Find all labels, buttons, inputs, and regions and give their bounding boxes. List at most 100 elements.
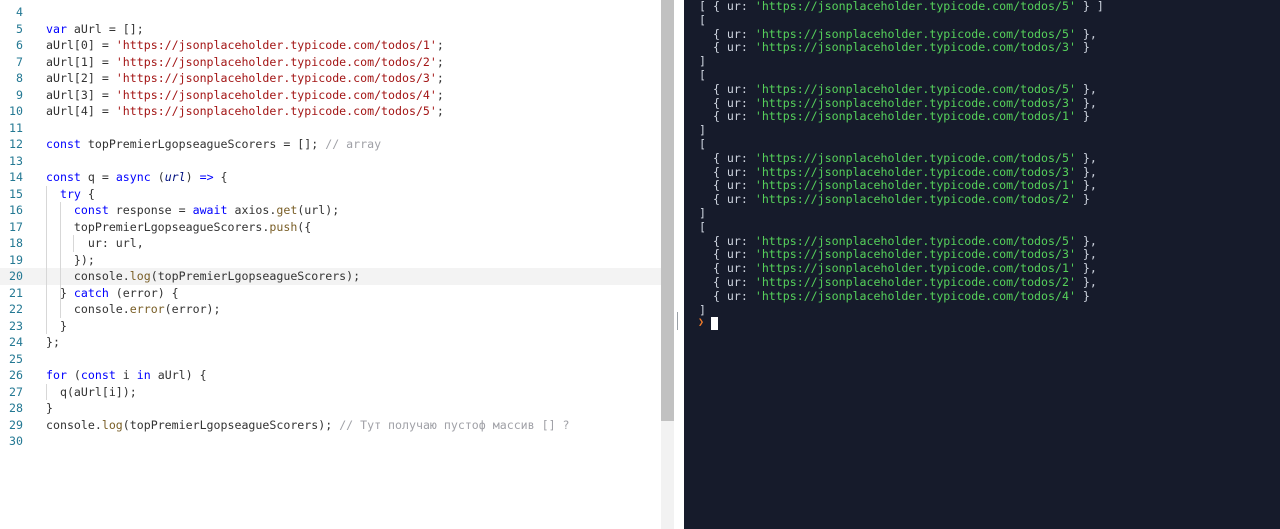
code-text: aUrl[2] = 'https://jsonplaceholder.typic…	[46, 71, 444, 85]
code-text: };	[46, 335, 60, 349]
console-output-line: [	[699, 12, 706, 27]
code-line[interactable]: 19 });	[0, 252, 661, 269]
line-number: 10	[9, 104, 23, 118]
code-line[interactable]: 6 aUrl[0] = 'https://jsonplaceholder.typi…	[0, 37, 661, 54]
code-text: q(aUrl[i]);	[46, 384, 137, 399]
code-line[interactable]: 16 const response = await axios.get(url)…	[0, 202, 661, 219]
code-line[interactable]: 25	[0, 351, 661, 368]
code-text: } catch (error) {	[46, 285, 179, 300]
code-line[interactable]: 30	[0, 433, 661, 450]
console-output-line: { ur: 'https://jsonplaceholder.typicode.…	[699, 275, 1097, 289]
code-line[interactable]: 21 } catch (error) {	[0, 285, 661, 302]
code-line[interactable]: 11	[0, 120, 661, 137]
code-line[interactable]: 14 const q = async (url) => {	[0, 169, 661, 186]
console-output-line: { ur: 'https://jsonplaceholder.typicode.…	[699, 288, 1090, 303]
code-text: const response = await axios.get(url);	[73, 203, 340, 217]
code-line[interactable]: 15 try {	[0, 186, 661, 203]
chevron-right-icon: ❯	[698, 317, 705, 328]
code-text: }	[46, 318, 67, 333]
line-number: 13	[9, 153, 23, 168]
code-line[interactable]: 9 aUrl[3] = 'https://jsonplaceholder.typi…	[0, 87, 661, 104]
indent-guide	[46, 383, 47, 400]
line-number: 27	[9, 384, 23, 399]
console-output-line: [ { ur: 'https://jsonplaceholder.typicod…	[699, 0, 1104, 13]
code-line[interactable]: 13	[0, 153, 661, 170]
console-output-line: { ur: 'https://jsonplaceholder.typicode.…	[699, 164, 1097, 179]
line-number: 28	[9, 401, 23, 415]
line-number: 20	[9, 269, 23, 283]
code-line[interactable]: 8 aUrl[2] = 'https://jsonplaceholder.typi…	[0, 70, 661, 87]
line-number: 18	[9, 236, 23, 250]
line-number: 4	[16, 5, 23, 19]
console-output-line: { ur: 'https://jsonplaceholder.typicode.…	[699, 192, 1090, 207]
line-number: 24	[9, 335, 23, 349]
code-text: aUrl[0] = 'https://jsonplaceholder.typic…	[46, 38, 444, 52]
line-number: 16	[9, 203, 23, 217]
code-text: topPremierLgopseagueScorers.push({	[46, 219, 312, 234]
indent-guide	[59, 202, 61, 318]
indent-guide	[73, 235, 75, 252]
code-line[interactable]: 5 var aUrl = [];	[0, 21, 661, 38]
console-output-line: { ur: 'https://jsonplaceholder.typicode.…	[699, 95, 1097, 110]
line-number: 6	[16, 38, 23, 52]
code-text: }	[46, 401, 53, 415]
code-text: ur: url,	[46, 236, 144, 250]
line-number: 21	[9, 285, 23, 300]
code-line[interactable]: 7 aUrl[1] = 'https://jsonplaceholder.typi…	[0, 54, 661, 71]
code-line[interactable]: 10 aUrl[4] = 'https://jsonplaceholder.typ…	[0, 103, 661, 120]
code-line[interactable]: 20 console.log(topPremierLgopseagueScore…	[0, 268, 661, 285]
console-output-line: { ur: 'https://jsonplaceholder.typicode.…	[699, 178, 1097, 193]
line-number: 11	[9, 120, 23, 135]
line-number: 5	[16, 21, 23, 36]
line-number: 8	[16, 71, 23, 85]
console-output-line: ]	[699, 302, 706, 317]
line-number: 30	[9, 434, 23, 448]
code-line[interactable]: 27 q(aUrl[i]);	[0, 384, 661, 401]
code-text: console.log(topPremierLgopseagueScorers)…	[46, 269, 361, 283]
console-output-line: [	[699, 219, 706, 234]
code-text: var aUrl = [];	[46, 21, 144, 36]
line-number: 12	[9, 137, 23, 151]
pane-divider[interactable]	[674, 0, 684, 529]
console-output-line: { ur: 'https://jsonplaceholder.typicode.…	[699, 233, 1097, 248]
console-panel[interactable]: ❯ [ { ur: 'https://jsonplaceholder.typic…	[684, 0, 1280, 529]
code-line[interactable]: 28}	[0, 400, 661, 417]
console-output-line: ]	[699, 206, 706, 220]
code-line[interactable]: 22 console.error(error);	[0, 301, 661, 318]
code-text: for (const i in aUrl) {	[46, 368, 207, 382]
code-editor[interactable]: 4 5 var aUrl = []; 6 aUrl[0] = 'https://json…	[0, 0, 661, 529]
indent-guide	[46, 185, 47, 334]
code-line[interactable]: 18 ur: url,	[0, 235, 661, 252]
code-line[interactable]: 23 }	[0, 318, 661, 335]
line-number: 14	[9, 170, 23, 184]
console-output-line: { ur: 'https://jsonplaceholder.typicode.…	[699, 247, 1097, 262]
code-text: const topPremierLgopseagueScorers = []; …	[46, 137, 382, 151]
line-number: 26	[9, 368, 23, 382]
console-output-line: ]	[699, 54, 706, 69]
code-line[interactable]: 4	[0, 4, 661, 21]
console-output-line: { ur: 'https://jsonplaceholder.typicode.…	[699, 109, 1090, 124]
console-output-line: { ur: 'https://jsonplaceholder.typicode.…	[699, 261, 1097, 276]
console-output-line: { ur: 'https://jsonplaceholder.typicode.…	[699, 40, 1090, 55]
code-line[interactable]: 24};	[0, 334, 661, 351]
code-text: const q = async (url) => {	[46, 170, 228, 184]
line-number: 19	[9, 252, 23, 267]
line-number: 29	[9, 417, 23, 432]
line-number: 9	[16, 87, 23, 102]
line-number: 25	[9, 351, 23, 366]
editor-scrollbar-thumb[interactable]	[661, 0, 674, 421]
console-output-line: { ur: 'https://jsonplaceholder.typicode.…	[699, 81, 1097, 96]
code-line[interactable]: 12 const topPremierLgopseagueScorers = []…	[0, 136, 661, 153]
line-number: 22	[9, 302, 23, 316]
code-text: });	[46, 252, 95, 267]
code-line[interactable]: 26 for (const i in aUrl) {	[0, 367, 661, 384]
line-number: 7	[16, 54, 23, 69]
code-text: aUrl[4] = 'https://jsonplaceholder.typic…	[46, 104, 444, 118]
console-output-line: { ur: 'https://jsonplaceholder.typicode.…	[699, 26, 1097, 41]
pane-resize-handle[interactable]	[677, 312, 678, 330]
console-input-cursor[interactable]	[711, 317, 718, 330]
code-line[interactable]: 29 console.log(topPremierLgopseagueScorer…	[0, 417, 661, 434]
line-number: 15	[9, 186, 23, 201]
code-line[interactable]: 17 topPremierLgopseagueScorers.push({	[0, 219, 661, 236]
code-text: console.log(topPremierLgopseagueScorers)…	[46, 417, 570, 432]
